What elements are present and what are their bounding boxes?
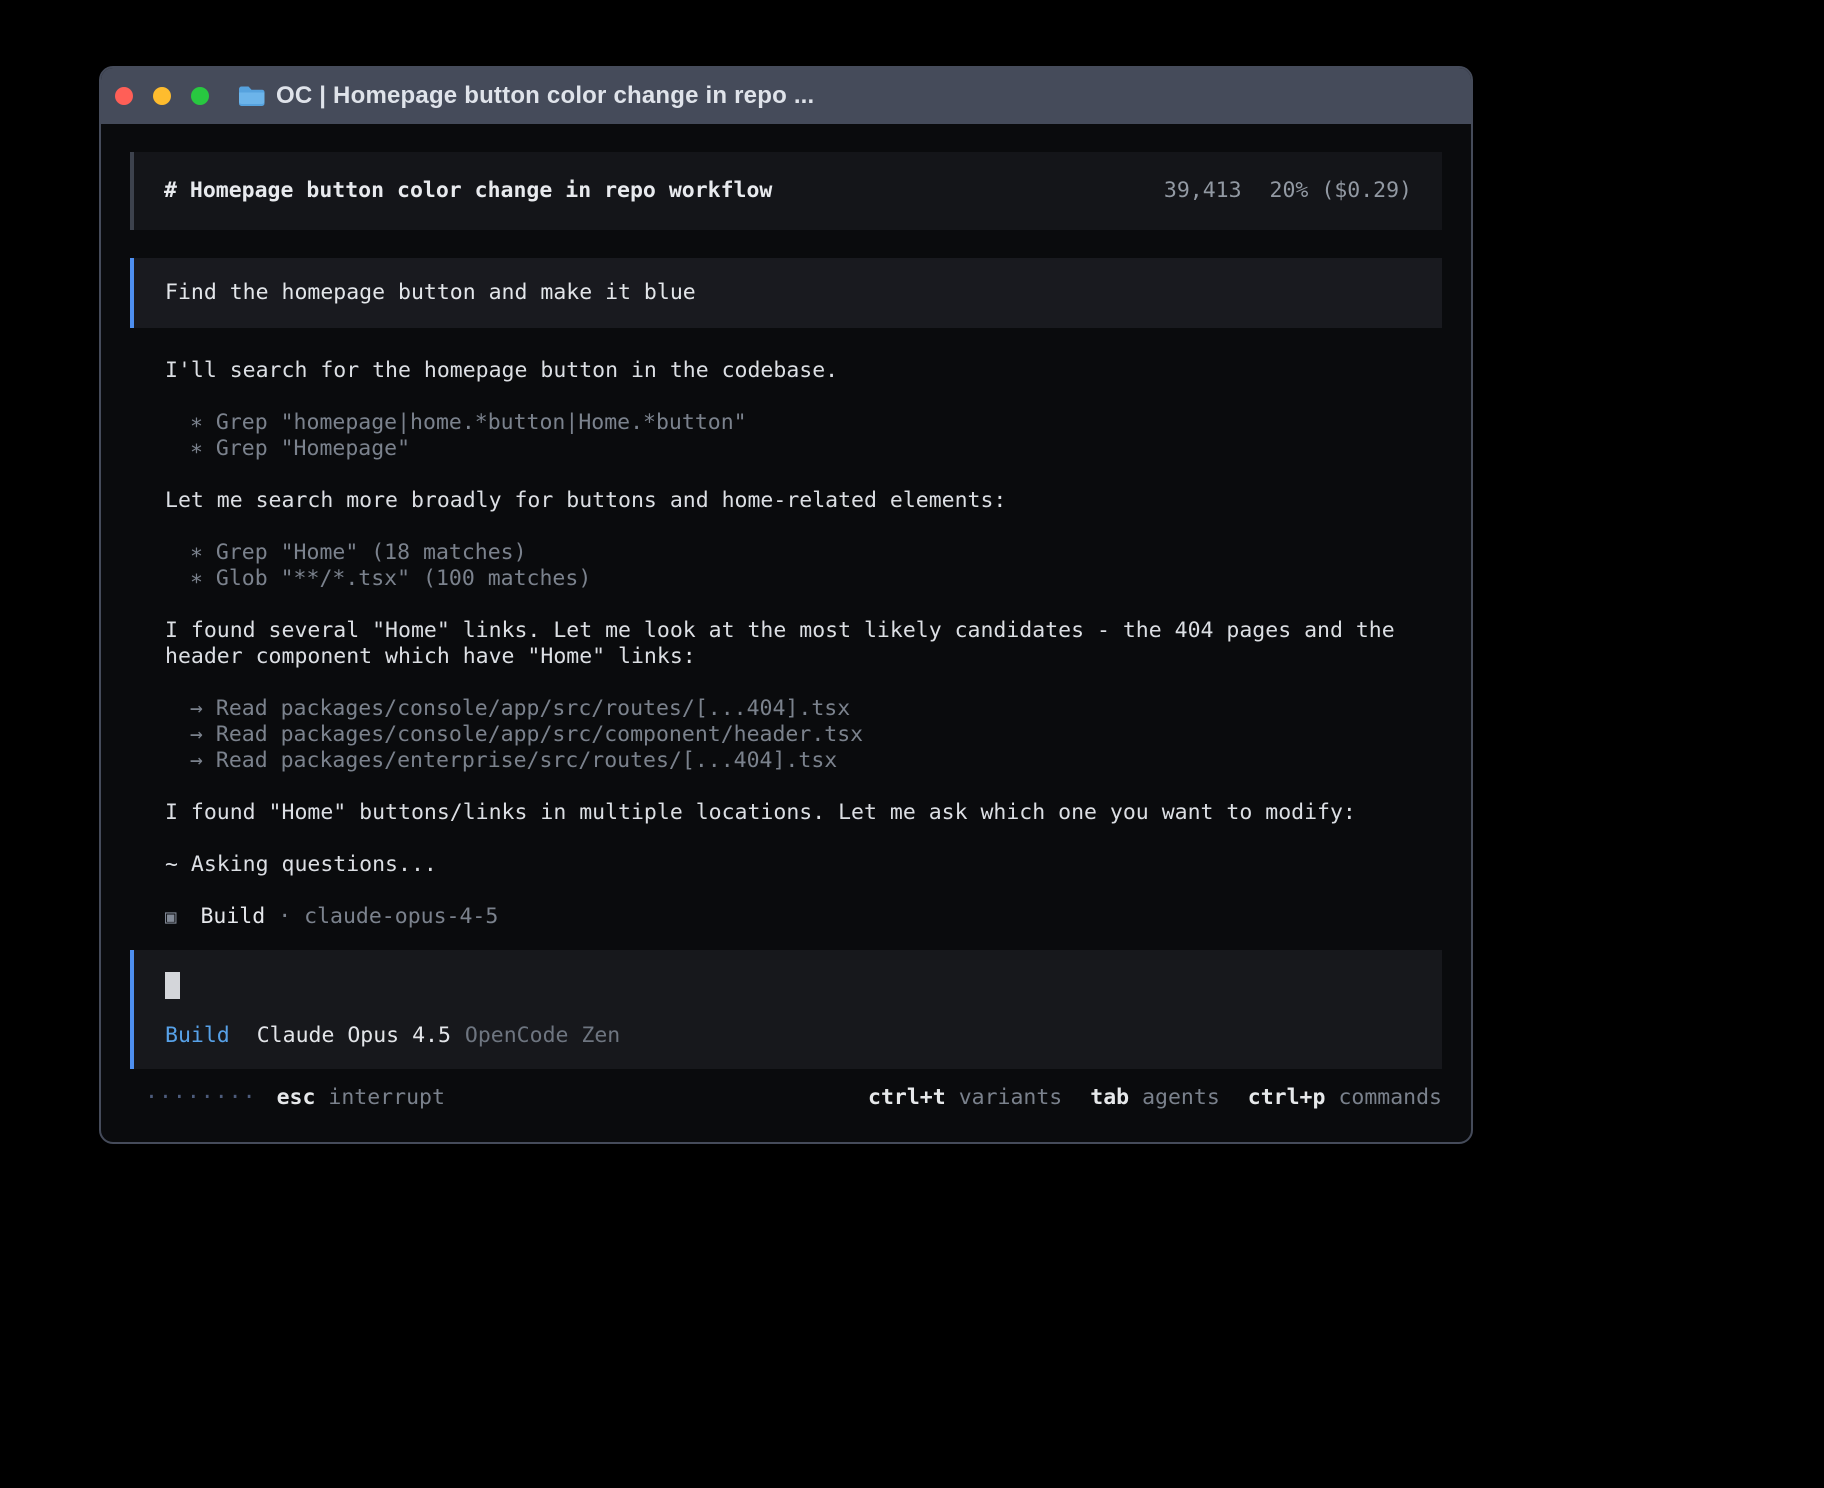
shortcut-interrupt: esc interrupt [277, 1085, 445, 1111]
window-titlebar[interactable]: OC | Homepage button color change in rep… [101, 68, 1471, 124]
window-title: OC | Homepage button color change in rep… [276, 82, 814, 110]
zoom-button[interactable] [191, 87, 209, 105]
user-message: Find the homepage button and make it blu… [130, 258, 1442, 328]
prompt-input[interactable]: Build Claude Opus 4.5 OpenCode Zen [130, 950, 1442, 1069]
agent-model: claude-opus-4-5 [304, 904, 498, 930]
session-cost: ($0.29) [1321, 178, 1412, 203]
agent-mode-label[interactable]: Build [165, 1023, 230, 1049]
status-bar-right: ctrl+t variants tab agents ctrl+p comman… [840, 1085, 1442, 1111]
desktop-background: OC | Homepage button color change in rep… [0, 0, 1824, 1488]
input-meta-row: Build Claude Opus 4.5 OpenCode Zen [165, 1023, 1411, 1049]
minimize-button[interactable] [153, 87, 171, 105]
text-cursor [165, 972, 180, 999]
tool-call-grep: ∗ Grep "Home" (18 matches) [190, 540, 1442, 566]
session-header: # Homepage button color change in repo w… [130, 152, 1442, 230]
status-bar-left: ········ esc interrupt [145, 1085, 445, 1111]
shortcut-label: interrupt [328, 1085, 445, 1111]
tool-call-grep: ∗ Grep "homepage|home.*button|Home.*butt… [190, 410, 1442, 436]
token-count: 39,413 [1164, 178, 1242, 203]
session-stats: 39,413 20% ($0.29) [1164, 178, 1412, 204]
terminal-window: OC | Homepage button color change in rep… [99, 66, 1473, 1144]
shortcut-key: ctrl+t [868, 1085, 946, 1111]
shortcut-agents: tab agents [1090, 1085, 1220, 1111]
tool-call-read: → Read packages/console/app/src/componen… [190, 722, 1442, 748]
tool-call-group: ∗ Grep "homepage|home.*button|Home.*butt… [165, 410, 1442, 462]
assistant-paragraph: I found several "Home" links. Let me loo… [165, 618, 1442, 670]
shortcut-label: commands [1338, 1085, 1442, 1111]
tool-call-glob: ∗ Glob "**/*.tsx" (100 matches) [190, 566, 1442, 592]
assistant-paragraph: I'll search for the homepage button in t… [165, 358, 1442, 384]
shortcut-key: tab [1090, 1085, 1129, 1111]
agent-status-line: ▣ Build · claude-opus-4-5 [165, 904, 1442, 930]
shortcut-commands: ctrl+p commands [1248, 1085, 1442, 1111]
user-message-text: Find the homepage button and make it blu… [165, 280, 696, 306]
progress-dots: ········ [145, 1085, 257, 1111]
separator-dot: · [278, 904, 291, 930]
shortcut-label: variants [959, 1085, 1063, 1111]
agent-name: Build [200, 904, 265, 930]
tool-call-read: → Read packages/enterprise/src/routes/[.… [190, 748, 1442, 774]
shortcut-label: agents [1142, 1085, 1220, 1111]
model-label[interactable]: Claude Opus 4.5 [257, 1023, 451, 1049]
shortcut-key: ctrl+p [1248, 1085, 1326, 1111]
folder-icon [238, 85, 265, 107]
tool-call-group: → Read packages/console/app/src/routes/[… [165, 696, 1442, 774]
provider-label: OpenCode Zen [465, 1023, 620, 1049]
agent-build-icon: ▣ [165, 904, 176, 930]
tool-call-group: ∗ Grep "Home" (18 matches) ∗ Glob "**/*.… [165, 540, 1442, 592]
close-button[interactable] [115, 87, 133, 105]
assistant-paragraph: I found "Home" buttons/links in multiple… [165, 800, 1442, 826]
shortcut-variants: ctrl+t variants [868, 1085, 1062, 1111]
session-title: # Homepage button color change in repo w… [164, 178, 772, 204]
tool-call-grep: ∗ Grep "Homepage" [190, 436, 1442, 462]
tool-call-read: → Read packages/console/app/src/routes/[… [190, 696, 1442, 722]
asking-questions-status: ~ Asking questions... [165, 852, 1442, 878]
status-bar: ········ esc interrupt ctrl+t variants t… [130, 1085, 1442, 1111]
terminal-content: # Homepage button color change in repo w… [101, 124, 1471, 1111]
context-percent: 20% [1270, 178, 1309, 203]
shortcut-key: esc [277, 1085, 316, 1111]
conversation: I'll search for the homepage button in t… [130, 358, 1442, 930]
assistant-paragraph: Let me search more broadly for buttons a… [165, 488, 1442, 514]
